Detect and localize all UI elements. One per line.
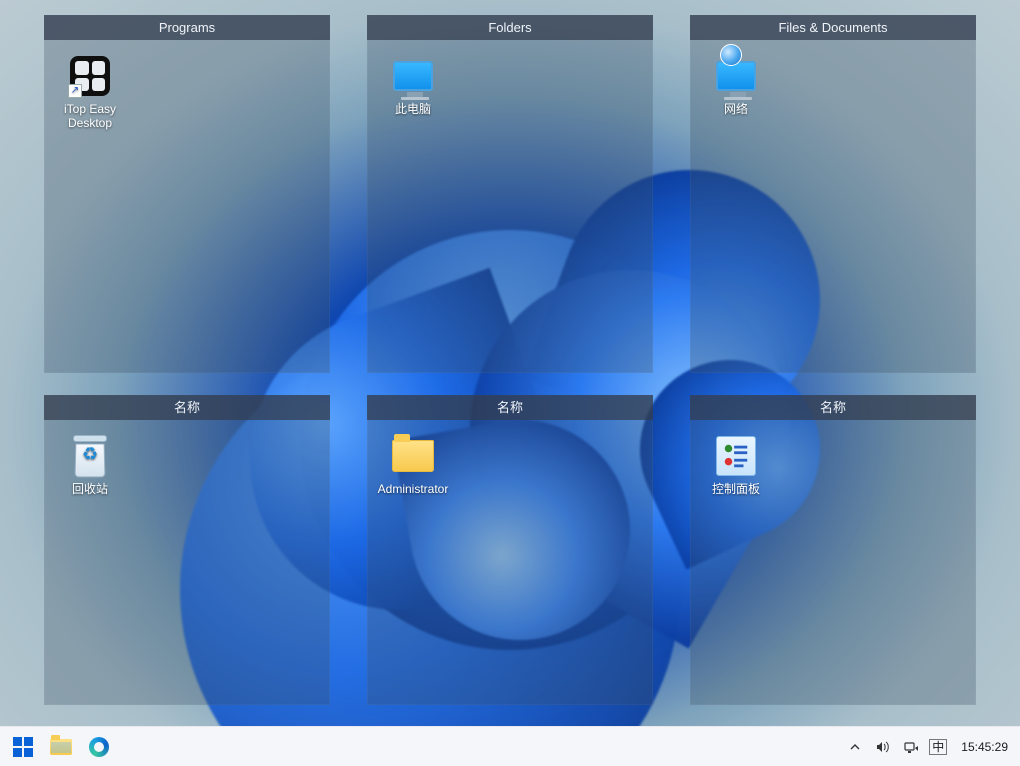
desktop-icon-label: 回收站 bbox=[52, 482, 128, 496]
edge-icon bbox=[89, 737, 109, 757]
desktop-icon-label: 此电脑 bbox=[375, 102, 451, 116]
windows-logo-icon bbox=[13, 737, 33, 757]
fence-body-name-3: 控制面板 bbox=[690, 420, 976, 510]
fence-body-programs: ↗ iTop Easy Desktop bbox=[44, 40, 330, 144]
tray-overflow[interactable] bbox=[845, 731, 865, 763]
recycle-bin-icon: ♻ bbox=[68, 434, 112, 478]
start-button[interactable] bbox=[6, 730, 40, 764]
desktop[interactable]: Programs ↗ iTop Easy Desktop Folders 此电脑 bbox=[0, 0, 1020, 726]
tray-ime[interactable]: 中 bbox=[929, 739, 947, 755]
fence-body-folders: 此电脑 bbox=[367, 40, 653, 130]
tray-network[interactable] bbox=[901, 731, 921, 763]
tray-volume[interactable] bbox=[873, 731, 893, 763]
fence-name-2[interactable]: 名称 Administrator bbox=[367, 395, 653, 705]
file-explorer-icon bbox=[50, 739, 72, 755]
taskbar-left bbox=[6, 730, 116, 764]
this-pc-icon bbox=[391, 54, 435, 98]
fence-header-name-2[interactable]: 名称 bbox=[367, 395, 653, 420]
itop-icon: ↗ bbox=[68, 54, 112, 98]
taskbar-edge[interactable] bbox=[82, 730, 116, 764]
fence-name-1[interactable]: 名称 ♻ 回收站 bbox=[44, 395, 330, 705]
control-panel-icon bbox=[714, 434, 758, 478]
fence-header-folders[interactable]: Folders bbox=[367, 15, 653, 40]
desktop-icon-label: iTop Easy Desktop bbox=[52, 102, 128, 130]
chevron-up-icon bbox=[849, 741, 861, 753]
fence-header-name-1[interactable]: 名称 bbox=[44, 395, 330, 420]
desktop-icon-administrator[interactable]: Administrator bbox=[375, 430, 451, 500]
shortcut-arrow-icon: ↗ bbox=[68, 84, 82, 98]
tray-clock[interactable]: 15:45:29 bbox=[955, 740, 1014, 754]
fence-body-name-1: ♻ 回收站 bbox=[44, 420, 330, 510]
desktop-icon-this-pc[interactable]: 此电脑 bbox=[375, 50, 451, 120]
fence-header-files[interactable]: Files & Documents bbox=[690, 15, 976, 40]
speaker-icon bbox=[875, 739, 891, 755]
folder-icon bbox=[391, 434, 435, 478]
desktop-icon-itop-easy-desktop[interactable]: ↗ iTop Easy Desktop bbox=[52, 50, 128, 134]
desktop-icon-label: 网络 bbox=[698, 102, 774, 116]
desktop-icon-label: Administrator bbox=[375, 482, 451, 496]
network-icon bbox=[714, 54, 758, 98]
fence-body-files: 网络 bbox=[690, 40, 976, 130]
desktop-icon-label: 控制面板 bbox=[698, 482, 774, 496]
taskbar-file-explorer[interactable] bbox=[44, 730, 78, 764]
taskbar: 中 15:45:29 bbox=[0, 726, 1020, 766]
network-status-icon bbox=[903, 739, 919, 755]
fence-body-name-2: Administrator bbox=[367, 420, 653, 510]
desktop-icon-recycle-bin[interactable]: ♻ 回收站 bbox=[52, 430, 128, 500]
fence-folders[interactable]: Folders 此电脑 bbox=[367, 15, 653, 373]
fence-programs[interactable]: Programs ↗ iTop Easy Desktop bbox=[44, 15, 330, 373]
fence-name-3[interactable]: 名称 控制面板 bbox=[690, 395, 976, 705]
desktop-icon-network[interactable]: 网络 bbox=[698, 50, 774, 120]
fence-files-documents[interactable]: Files & Documents 网络 bbox=[690, 15, 976, 373]
fence-header-programs[interactable]: Programs bbox=[44, 15, 330, 40]
taskbar-tray: 中 15:45:29 bbox=[845, 731, 1014, 763]
fence-header-name-3[interactable]: 名称 bbox=[690, 395, 976, 420]
desktop-icon-control-panel[interactable]: 控制面板 bbox=[698, 430, 774, 500]
